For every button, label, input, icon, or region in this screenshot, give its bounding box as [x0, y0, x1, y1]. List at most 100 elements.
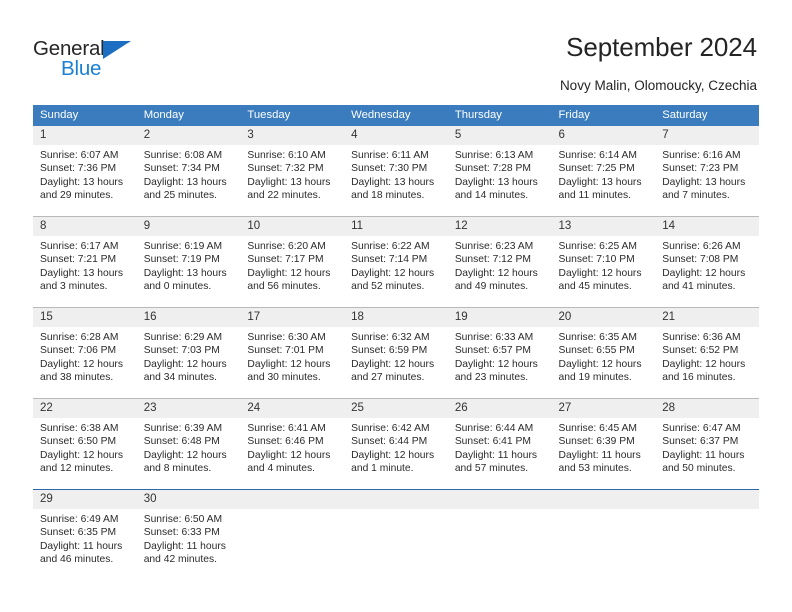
- logo-text-blue: Blue: [61, 57, 102, 80]
- sunrise-text: Sunrise: 6:14 AM: [558, 150, 637, 161]
- calendar-day-cell[interactable]: 5 Sunrise: 6:13 AM Sunset: 7:28 PM Daylight…: [447, 126, 552, 217]
- daylight-text: Daylight: 11 hours and 50 minutes.: [662, 449, 745, 475]
- daylight-text: Daylight: 12 hours and 41 minutes.: [662, 267, 746, 293]
- day-number: [344, 490, 448, 509]
- calendar-day-cell[interactable]: 3 Sunrise: 6:10 AM Sunset: 7:32 PM Daylight…: [240, 126, 345, 217]
- day-cell-body: 25 Sunrise: 6:42 AM Sunset: 6:44 PM Dayligh…: [344, 399, 448, 489]
- calendar-day-cell[interactable]: 13 Sunrise: 6:25 AM Sunset: 7:10 PM Dayligh…: [551, 216, 656, 308]
- calendar-day-cell[interactable]: 30 Sunrise: 6:50 AM Sunset: 6:33 PM Dayligh…: [136, 489, 241, 570]
- daylight-text: Daylight: 12 hours and 45 minutes.: [558, 267, 642, 293]
- sunset-text: Sunset: 7:25 PM: [558, 163, 635, 175]
- sunrise-text: Sunrise: 6:47 AM: [662, 423, 741, 434]
- daylight-text: Daylight: 11 hours and 53 minutes.: [558, 449, 641, 475]
- calendar-day-cell[interactable]: 17 Sunrise: 6:30 AM Sunset: 7:01 PM Dayligh…: [240, 307, 345, 399]
- day-cell-body: 11 Sunrise: 6:22 AM Sunset: 7:14 PM Dayligh…: [344, 217, 448, 307]
- sunrise-text: Sunrise: 6:33 AM: [454, 332, 534, 343]
- day-number: 2: [136, 126, 241, 145]
- calendar-day-cell[interactable]: 6 Sunrise: 6:14 AM Sunset: 7:25 PM Daylight…: [551, 126, 656, 217]
- day-number: 10: [240, 217, 345, 236]
- calendar-day-cell-empty: [344, 489, 448, 570]
- calendar-day-cell[interactable]: 14 Sunrise: 6:26 AM Sunset: 7:08 PM Dayligh…: [655, 216, 759, 308]
- calendar-day-cell[interactable]: 8 Sunrise: 6:17 AM Sunset: 7:21 PM Daylight…: [33, 216, 137, 308]
- day-details: Sunrise: 6:17 AM Sunset: 7:21 PM Daylight:…: [33, 236, 137, 294]
- sunset-text: Sunset: 7:08 PM: [662, 254, 739, 266]
- sunset-text: Sunset: 7:19 PM: [143, 254, 220, 266]
- day-number: 6: [551, 126, 656, 145]
- day-details: Sunrise: 6:42 AM Sunset: 6:44 PM Daylight:…: [344, 418, 448, 476]
- calendar-day-cell[interactable]: 24 Sunrise: 6:41 AM Sunset: 6:46 PM Dayligh…: [240, 398, 345, 490]
- weekday-header-wednesday: Wednesday: [344, 105, 448, 126]
- calendar-week-row: 1 Sunrise: 6:07 AM Sunset: 7:36 PM Daylight…: [33, 126, 759, 217]
- day-details: Sunrise: 6:10 AM Sunset: 7:32 PM Daylight:…: [240, 145, 344, 203]
- logo-triangle-icon: [103, 41, 131, 59]
- calendar-day-cell[interactable]: 4 Sunrise: 6:11 AM Sunset: 7:30 PM Daylight…: [344, 126, 448, 217]
- day-details: [552, 509, 656, 513]
- calendar-day-cell[interactable]: 12 Sunrise: 6:23 AM Sunset: 7:12 PM Dayligh…: [447, 216, 552, 308]
- day-cell-body: 10 Sunrise: 6:20 AM Sunset: 7:17 PM Dayligh…: [240, 217, 345, 307]
- calendar-day-cell[interactable]: 26 Sunrise: 6:44 AM Sunset: 6:41 PM Dayligh…: [447, 398, 552, 490]
- calendar-day-cell[interactable]: 29 Sunrise: 6:49 AM Sunset: 6:35 PM Dayligh…: [33, 489, 137, 570]
- day-details: Sunrise: 6:44 AM Sunset: 6:41 PM Daylight:…: [448, 418, 552, 476]
- sunrise-sunset-calendar-table: Sunday Monday Tuesday Wednesday Thursday…: [33, 105, 759, 570]
- day-cell-body: 17 Sunrise: 6:30 AM Sunset: 7:01 PM Dayligh…: [240, 308, 345, 398]
- sunrise-text: Sunrise: 6:49 AM: [40, 514, 119, 525]
- day-number: 20: [551, 308, 656, 327]
- calendar-day-cell[interactable]: 15 Sunrise: 6:28 AM Sunset: 7:06 PM Dayligh…: [33, 307, 137, 399]
- calendar-day-cell[interactable]: 11 Sunrise: 6:22 AM Sunset: 7:14 PM Dayligh…: [344, 216, 448, 308]
- page-subtitle-location: Novy Malin, Olomoucky, Czechia: [559, 78, 757, 93]
- day-number: 30: [136, 490, 241, 509]
- generalblue-logo[interactable]: General Blue: [33, 38, 153, 84]
- calendar-day-cell[interactable]: 20 Sunrise: 6:35 AM Sunset: 6:55 PM Dayligh…: [551, 307, 656, 399]
- daylight-text: Daylight: 13 hours and 29 minutes.: [40, 176, 123, 202]
- sunrise-text: Sunrise: 6:16 AM: [662, 150, 741, 161]
- day-details: Sunrise: 6:49 AM Sunset: 6:35 PM Daylight:…: [33, 509, 137, 567]
- calendar-day-cell[interactable]: 25 Sunrise: 6:42 AM Sunset: 6:44 PM Dayligh…: [344, 398, 448, 490]
- calendar-day-cell[interactable]: 9 Sunrise: 6:19 AM Sunset: 7:19 PM Daylight…: [136, 216, 241, 308]
- day-number: 24: [240, 399, 345, 418]
- calendar-day-cell[interactable]: 7 Sunrise: 6:16 AM Sunset: 7:23 PM Daylight…: [655, 126, 759, 217]
- sunset-text: Sunset: 7:01 PM: [247, 345, 324, 357]
- day-details: [240, 509, 344, 513]
- sunset-text: Sunset: 7:03 PM: [143, 345, 220, 357]
- calendar-day-cell[interactable]: 22 Sunrise: 6:38 AM Sunset: 6:50 PM Dayligh…: [33, 398, 137, 490]
- sunset-text: Sunset: 7:06 PM: [40, 345, 117, 357]
- sunrise-text: Sunrise: 6:41 AM: [247, 423, 326, 434]
- calendar-day-cell[interactable]: 21 Sunrise: 6:36 AM Sunset: 6:52 PM Dayligh…: [655, 307, 759, 399]
- sunrise-text: Sunrise: 6:50 AM: [143, 514, 223, 525]
- day-cell-body: 26 Sunrise: 6:44 AM Sunset: 6:41 PM Dayligh…: [447, 399, 552, 489]
- day-details: Sunrise: 6:07 AM Sunset: 7:36 PM Daylight:…: [33, 145, 137, 203]
- weekday-header-monday: Monday: [136, 105, 241, 126]
- calendar-day-cell[interactable]: 23 Sunrise: 6:39 AM Sunset: 6:48 PM Dayligh…: [136, 398, 241, 490]
- calendar-day-cell[interactable]: 2 Sunrise: 6:08 AM Sunset: 7:34 PM Daylight…: [136, 126, 241, 217]
- sunset-text: Sunset: 7:32 PM: [247, 163, 324, 175]
- sunrise-text: Sunrise: 6:35 AM: [558, 332, 637, 343]
- sunset-text: Sunset: 7:17 PM: [247, 254, 324, 266]
- calendar-day-cell[interactable]: 19 Sunrise: 6:33 AM Sunset: 6:57 PM Dayligh…: [447, 307, 552, 399]
- sunset-text: Sunset: 6:52 PM: [662, 345, 739, 357]
- calendar-day-cell-empty: [551, 489, 656, 570]
- day-cell-body: 23 Sunrise: 6:39 AM Sunset: 6:48 PM Dayligh…: [136, 399, 241, 489]
- daylight-text: Daylight: 13 hours and 11 minutes.: [558, 176, 642, 202]
- day-cell-body: 20 Sunrise: 6:35 AM Sunset: 6:55 PM Dayligh…: [551, 308, 656, 398]
- day-number: 9: [136, 217, 241, 236]
- calendar-day-cell[interactable]: 1 Sunrise: 6:07 AM Sunset: 7:36 PM Daylight…: [33, 126, 137, 217]
- day-number: 12: [447, 217, 552, 236]
- calendar-day-cell[interactable]: 10 Sunrise: 6:20 AM Sunset: 7:17 PM Dayligh…: [240, 216, 345, 308]
- calendar-day-cell[interactable]: 18 Sunrise: 6:32 AM Sunset: 6:59 PM Dayligh…: [344, 307, 448, 399]
- day-cell-body: 16 Sunrise: 6:29 AM Sunset: 7:03 PM Dayligh…: [136, 308, 241, 398]
- sunset-text: Sunset: 6:55 PM: [558, 345, 635, 357]
- daylight-text: Daylight: 12 hours and 12 minutes.: [40, 449, 123, 475]
- daylight-text: Daylight: 12 hours and 30 minutes.: [247, 358, 331, 384]
- sunset-text: Sunset: 6:57 PM: [454, 345, 531, 357]
- day-details: Sunrise: 6:32 AM Sunset: 6:59 PM Daylight:…: [344, 327, 448, 385]
- weekday-header-saturday: Saturday: [655, 105, 759, 126]
- day-number: 4: [344, 126, 448, 145]
- day-details: Sunrise: 6:28 AM Sunset: 7:06 PM Daylight:…: [33, 327, 137, 385]
- calendar-day-cell[interactable]: 28 Sunrise: 6:47 AM Sunset: 6:37 PM Dayligh…: [655, 398, 759, 490]
- day-details: Sunrise: 6:23 AM Sunset: 7:12 PM Daylight:…: [448, 236, 552, 294]
- day-details: Sunrise: 6:39 AM Sunset: 6:48 PM Daylight:…: [137, 418, 241, 476]
- day-details: Sunrise: 6:35 AM Sunset: 6:55 PM Daylight:…: [552, 327, 656, 385]
- calendar-day-cell[interactable]: 27 Sunrise: 6:45 AM Sunset: 6:39 PM Dayligh…: [551, 398, 656, 490]
- day-cell-body: 8 Sunrise: 6:17 AM Sunset: 7:21 PM Daylight…: [33, 217, 137, 307]
- calendar-day-cell[interactable]: 16 Sunrise: 6:29 AM Sunset: 7:03 PM Dayligh…: [136, 307, 241, 399]
